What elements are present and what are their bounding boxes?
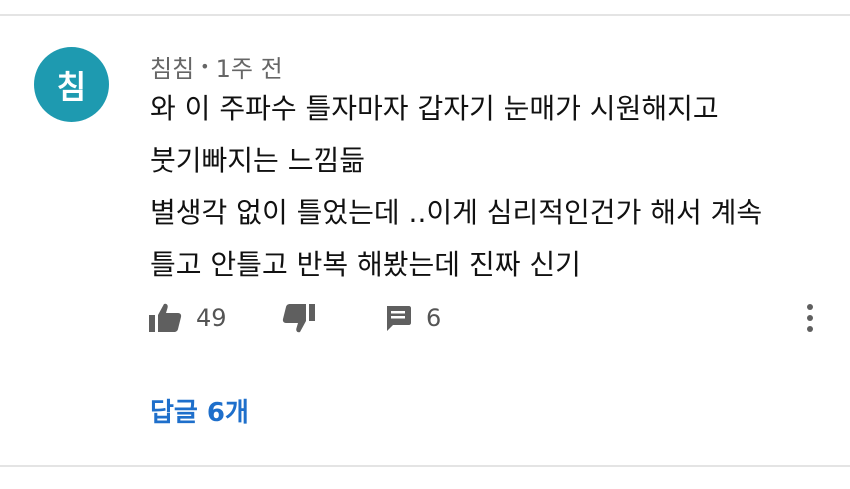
reply-count: 6: [426, 304, 442, 332]
comment-line: 틀고 안틀고 반복 해봤는데 진짜 신기: [150, 248, 581, 281]
thumbs-down-icon: [282, 302, 316, 334]
comment-line: 붓기빠지는 느낌듦: [150, 144, 365, 177]
comment-line: 와 이 주파수 틀자마자 갑자기 눈매가 시원해지고: [150, 92, 719, 125]
thumbs-up-icon: [148, 302, 182, 334]
avatar[interactable]: 침: [34, 47, 109, 122]
author-name[interactable]: 침침: [150, 49, 194, 84]
comment-action-bar: 49 6: [148, 296, 838, 340]
reply-button[interactable]: 6: [384, 296, 441, 340]
comment-icon: [384, 304, 412, 332]
top-divider: [0, 14, 850, 16]
view-replies-button[interactable]: 답글 6개: [150, 390, 249, 430]
meta-separator: •: [200, 56, 210, 76]
dislike-button[interactable]: [282, 296, 316, 340]
avatar-initial: 침: [56, 67, 87, 106]
comment-line: 별생각 없이 틀었는데 ..이게 심리적인건가 해서 계속: [150, 196, 763, 229]
bottom-divider: [0, 465, 850, 467]
comment-body: 와 이 주파수 틀자마자 갑자기 눈매가 시원해지고 붓기빠지는 느낌듦 별생각…: [150, 83, 830, 291]
like-count: 49: [196, 304, 227, 332]
more-vertical-icon: [804, 302, 816, 334]
comment-meta: 침침 • 1주 전: [150, 49, 283, 84]
more-options-button[interactable]: [804, 296, 816, 340]
like-button[interactable]: 49: [148, 296, 227, 340]
comment-timestamp[interactable]: 1주 전: [216, 49, 283, 84]
